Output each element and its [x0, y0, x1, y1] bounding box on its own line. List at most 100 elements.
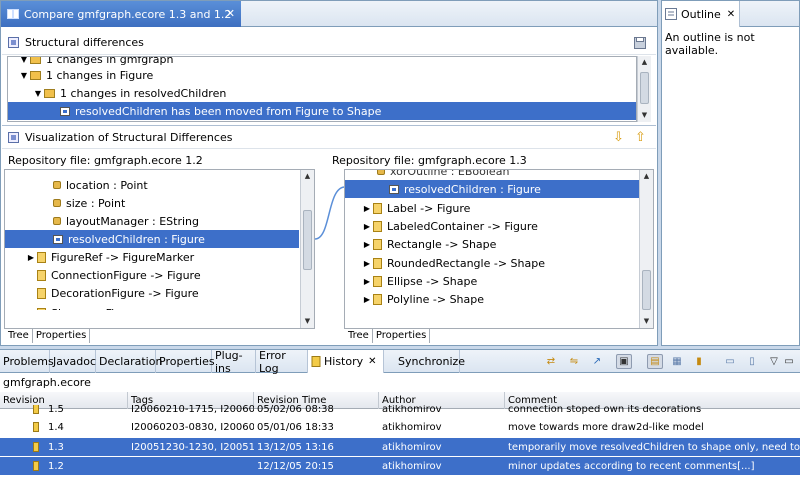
class-icon [373, 257, 382, 269]
expand-arrow-icon[interactable]: ▶ [361, 259, 373, 268]
visualization-label: Visualization of Structural Differences [25, 130, 233, 144]
tab-label: Properties [159, 355, 215, 368]
history-table: Revision Tags Revision Time Author Comme… [0, 392, 800, 477]
revision-value: 1.4 [48, 421, 64, 433]
expand-arrow-icon[interactable]: ▶ [361, 222, 373, 231]
tab-problems[interactable]: Problems [0, 350, 54, 373]
structure-icon [8, 37, 19, 48]
scroll-thumb[interactable] [303, 210, 312, 270]
expand-arrow-icon[interactable]: ▶ [361, 240, 373, 249]
cell-author: atikhomirov [382, 460, 442, 472]
link-with-editor-icon[interactable]: ⇄ [543, 354, 559, 369]
close-icon[interactable]: ✕ [226, 7, 235, 20]
scroll-up-icon[interactable]: ▲ [640, 170, 653, 183]
filter-icon[interactable]: ▯ [744, 354, 760, 369]
tab-history[interactable]: History ✕ [308, 350, 384, 373]
table-row[interactable]: 1.4 I20060203-0830, I200601 05/01/06 18:… [0, 418, 800, 436]
class-icon [37, 251, 46, 263]
table-row[interactable]: 1.5 I20060210-1715, I200602 05/02/06 08:… [0, 405, 800, 417]
scroll-thumb[interactable] [642, 270, 651, 310]
local-and-remote-icon[interactable]: ▮ [691, 354, 707, 369]
right-tree-item[interactable]: ▶ Rectangle -> Shape [345, 235, 653, 253]
left-tree-item[interactable]: location : Point [5, 176, 314, 194]
expand-arrow-icon[interactable]: ▶ [361, 277, 373, 286]
right-tree-pane[interactable]: xorOutline : EBoolean resolvedChildren :… [344, 169, 654, 329]
expand-arrow-icon[interactable]: ▶ [361, 295, 373, 304]
scroll-down-icon[interactable]: ▼ [638, 109, 651, 122]
tab-label: History [324, 355, 364, 368]
remote-revisions-icon[interactable]: ▦ [669, 354, 685, 369]
left-pane-scrollbar[interactable]: ▲ ▼ [300, 170, 314, 328]
right-tree-item[interactable]: ▶ Label -> Figure [345, 199, 653, 217]
collapse-all-icon[interactable]: ▭ [722, 354, 738, 369]
previous-difference-icon[interactable]: ⇧ [635, 130, 646, 145]
right-tree-item[interactable]: xorOutline : EBoolean [345, 170, 653, 180]
tab-outline[interactable]: Outline ✕ [662, 1, 740, 27]
scroll-down-icon[interactable]: ▼ [640, 315, 653, 328]
right-tree-item-selected[interactable]: resolvedChildren : Figure [345, 180, 640, 198]
expand-arrow-icon[interactable]: ▼ [32, 89, 44, 98]
table-row-selected[interactable]: 1.2 12/12/05 20:15 atikhomirov minor upd… [0, 457, 800, 475]
close-icon[interactable]: ✕ [368, 356, 376, 367]
left-tree-item-selected[interactable]: resolvedChildren : Figure [5, 230, 299, 248]
tab-synchronize[interactable]: Synchronize [384, 350, 465, 373]
tab-javadoc[interactable]: Javadoc [50, 350, 96, 373]
local-revisions-icon[interactable]: ▤ [647, 354, 663, 369]
history-panel: Problems Javadoc Declaration Properties … [0, 349, 800, 477]
tab-tree[interactable]: Tree [345, 329, 373, 343]
left-tree-item[interactable]: ConnectionFigure -> Figure [5, 266, 314, 284]
save-icon[interactable] [634, 37, 646, 49]
diff-tree-scrollbar[interactable]: ▲ ▼ [637, 56, 651, 122]
compare-mode-icon[interactable]: ⇋ [566, 354, 582, 369]
tab-properties[interactable]: Properties [373, 329, 431, 343]
move-connector [314, 186, 346, 240]
tree-row-figure[interactable]: ▼ 1 changes in Figure [8, 66, 636, 84]
left-tree-pane[interactable]: location : Point size : Point layoutMana… [4, 169, 315, 329]
tab-error-log[interactable]: Error Log [256, 349, 308, 375]
left-tree-item[interactable]: size : Point [5, 194, 314, 212]
cell-time: 13/12/05 13:16 [257, 441, 334, 453]
left-tree-item[interactable]: DecorationFigure -> Figure [5, 284, 314, 302]
view-menu-icon[interactable]: ▽ [766, 354, 782, 369]
pin-view-icon[interactable]: ▣ [616, 354, 632, 369]
left-tree-item[interactable]: ▶ FigureRef -> FigureMarker [5, 248, 314, 266]
changes-icon [30, 70, 41, 80]
expand-arrow-icon[interactable]: ▶ [25, 253, 37, 262]
scroll-thumb[interactable] [640, 72, 649, 104]
left-tree-item[interactable]: layoutManager : EString [5, 212, 314, 230]
next-difference-icon[interactable]: ⇩ [613, 130, 624, 145]
right-tree-item[interactable]: ▶ Ellipse -> Shape [345, 272, 653, 290]
scroll-up-icon[interactable]: ▲ [638, 56, 651, 69]
left-pane-tabs: Tree Properties [5, 329, 91, 343]
history-file-label: gmfgraph.ecore [3, 376, 91, 389]
right-tree-item[interactable]: ▶ RoundedRectangle -> Shape [345, 254, 653, 272]
expand-arrow-icon[interactable]: ▼ [18, 57, 30, 64]
tree-row-moved[interactable]: resolvedChildren has been moved from Fig… [8, 102, 636, 120]
minimize-icon[interactable]: ▭ [781, 354, 797, 369]
expand-arrow-icon[interactable]: ▼ [18, 71, 30, 80]
tree-item-label: size : Point [66, 196, 126, 210]
cell-time: 12/12/05 20:15 [257, 460, 334, 472]
cell-revision: 1.5 [0, 405, 128, 417]
scroll-up-icon[interactable]: ▲ [301, 170, 314, 183]
editor-tab-compare[interactable]: Compare gmfgraph.ecore 1.3 and 1.2 ✕ [1, 1, 241, 27]
tree-item-label: layoutManager : EString [66, 214, 200, 228]
tree-row-resolved-children[interactable]: ▼ 1 changes in resolvedChildren [8, 84, 636, 102]
tab-properties[interactable]: Properties [156, 350, 215, 373]
tab-tree[interactable]: Tree [5, 329, 33, 343]
tab-declaration[interactable]: Declaration [96, 350, 162, 373]
expand-arrow-icon[interactable]: ▶ [361, 204, 373, 213]
right-tree-item[interactable]: ▶ LabeledContainer -> Figure [345, 217, 653, 235]
scroll-down-icon[interactable]: ▼ [301, 315, 314, 328]
structural-differences-tree[interactable]: ▼ 1 changes in gmfgraph ▼ 1 changes in F… [7, 56, 637, 122]
open-in-editor-icon[interactable]: ↗ [589, 354, 605, 369]
tab-plugins[interactable]: Plug-ins [212, 349, 256, 375]
class-icon [373, 293, 382, 305]
tab-properties[interactable]: Properties [33, 329, 91, 343]
close-icon[interactable]: ✕ [727, 9, 735, 20]
table-row-selected[interactable]: 1.3 I20051230-1230, I200512 13/12/05 13:… [0, 438, 800, 456]
right-tree-item[interactable]: ▶ Polyline -> Shape [345, 290, 653, 308]
class-icon [37, 287, 46, 299]
tree-item-label: Polyline -> Shape [387, 292, 485, 306]
right-pane-scrollbar[interactable]: ▲ ▼ [639, 170, 653, 328]
